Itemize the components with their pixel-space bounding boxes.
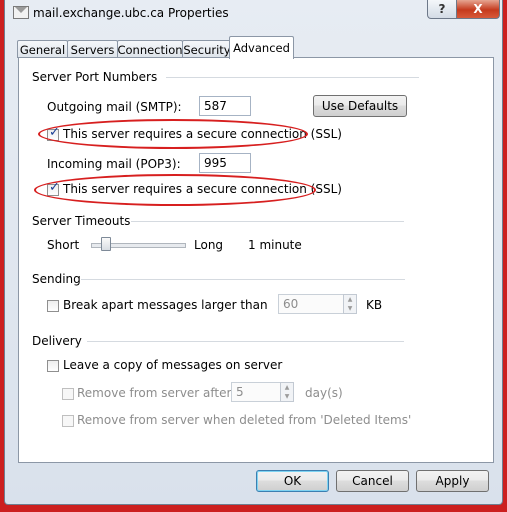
panel-content: Server Port Numbers Outgoing mail (SMTP)…: [5, 0, 502, 504]
timeout-short-label: Short: [47, 238, 80, 252]
group-sending: Sending: [32, 272, 81, 286]
remove-deleted-label: Remove from server when deleted from 'De…: [77, 413, 412, 427]
incoming-port-field[interactable]: 995: [199, 153, 251, 173]
stepper-down-icon[interactable]: ▼: [281, 392, 293, 401]
remove-days-stepper[interactable]: ▲ ▼: [280, 382, 294, 402]
group-server-timeouts: Server Timeouts: [32, 214, 131, 228]
properties-dialog: mail.exchange.ubc.ca Properties ? X Gene…: [4, 0, 503, 505]
ok-label: OK: [283, 474, 302, 488]
outgoing-mail-label: Outgoing mail (SMTP):: [47, 100, 182, 114]
remove-deleted-checkbox[interactable]: [62, 415, 74, 427]
break-apart-checkbox[interactable]: [47, 300, 59, 312]
break-size-unit: KB: [366, 298, 383, 312]
outgoing-port-field[interactable]: 587: [199, 96, 251, 116]
highlight-ellipse: [38, 119, 308, 149]
break-apart-label: Break apart messages larger than: [63, 298, 268, 312]
cancel-label: Cancel: [352, 474, 393, 488]
group-divider: [87, 341, 404, 342]
group-divider: [81, 279, 405, 280]
timeout-value: 1 minute: [248, 238, 302, 252]
remove-after-checkbox[interactable]: [62, 388, 74, 400]
leave-copy-checkbox[interactable]: [47, 360, 59, 372]
remove-after-label: Remove from server after: [77, 386, 232, 400]
group-divider: [131, 221, 404, 222]
apply-label: Apply: [435, 474, 470, 488]
group-delivery: Delivery: [32, 334, 82, 348]
leave-copy-label: Leave a copy of messages on server: [63, 358, 283, 372]
use-defaults-label: Use Defaults: [321, 99, 399, 113]
break-size-stepper[interactable]: ▲ ▼: [343, 294, 357, 314]
timeout-slider-thumb[interactable]: [101, 237, 111, 251]
remove-days-unit: day(s): [305, 386, 343, 400]
stepper-up-icon[interactable]: ▲: [344, 295, 356, 304]
highlight-ellipse: [34, 174, 316, 206]
stepper-up-icon[interactable]: ▲: [281, 383, 293, 392]
stepper-down-icon[interactable]: ▼: [344, 304, 356, 313]
group-divider: [166, 77, 419, 78]
ok-button[interactable]: OK: [256, 470, 329, 492]
incoming-mail-label: Incoming mail (POP3):: [47, 157, 181, 171]
apply-button[interactable]: Apply: [416, 470, 489, 492]
group-server-port-numbers: Server Port Numbers: [32, 70, 158, 84]
timeout-long-label: Long: [194, 238, 224, 252]
use-defaults-button[interactable]: Use Defaults: [313, 95, 407, 117]
break-size-field[interactable]: 60: [278, 294, 344, 314]
cancel-button[interactable]: Cancel: [336, 470, 409, 492]
